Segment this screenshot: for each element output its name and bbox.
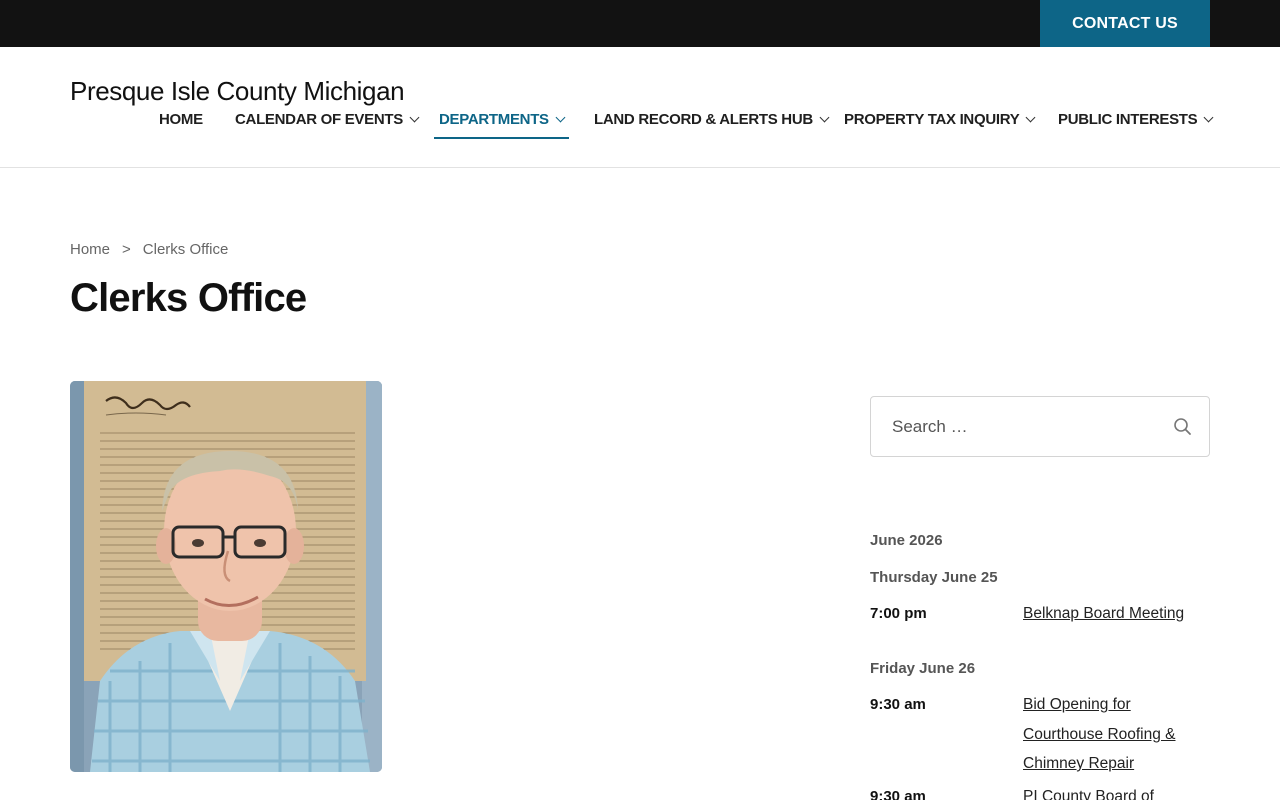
calendar-event-link[interactable]: PI County Board of [1023,782,1203,800]
breadcrumb-home-link[interactable]: Home [70,241,110,258]
contact-us-button[interactable]: CONTACT US [1040,0,1210,47]
nav-item-label: HOME [159,111,203,128]
calendar-event-time: 9:30 am [870,788,926,800]
calendar-event-time: 9:30 am [870,696,926,713]
calendar-event-link[interactable]: Belknap Board Meeting [1023,599,1203,629]
search-input[interactable] [872,398,1162,455]
nav-item-label: PUBLIC INTERESTS [1058,111,1198,128]
nav-item-public-interests[interactable]: PUBLIC INTERESTS [1058,111,1214,141]
nav-item-label: PROPERTY TAX INQUIRY [844,111,1020,128]
nav-item-label: CALENDAR OF EVENTS [235,111,403,128]
top-bar: CONTACT US [0,0,1280,47]
chevron-down-icon [409,112,420,123]
breadcrumb-separator: > [122,241,131,258]
chevron-down-icon [819,112,830,123]
nav-item-departments[interactable]: DEPARTMENTS [434,111,569,141]
site-header: Presque Isle County Michigan HOME CALEND… [0,47,1280,168]
nav-item-label: LAND RECORD & ALERTS HUB [594,111,813,128]
search-form [870,396,1210,457]
calendar-event-time: 7:00 pm [870,605,927,622]
nav-item-property-tax-inquiry[interactable]: PROPERTY TAX INQUIRY [844,111,1036,141]
nav-item-home[interactable]: HOME [159,111,203,141]
search-button[interactable] [1171,415,1195,439]
calendar-day-heading: Friday June 26 [870,660,976,677]
calendar-day-heading: Thursday June 25 [870,569,998,586]
calendar-month-heading: June 2026 [870,532,943,549]
breadcrumb: Home > Clerks Office [70,241,228,258]
nav-item-calendar-of-events[interactable]: CALENDAR OF EVENTS [235,111,420,141]
chevron-down-icon [1203,112,1214,123]
chevron-down-icon [555,112,566,123]
nav-item-label: DEPARTMENTS [439,111,549,128]
site-title[interactable]: Presque Isle County Michigan [70,76,405,107]
nav-item-land-record-alerts-hub[interactable]: LAND RECORD & ALERTS HUB [594,111,830,141]
breadcrumb-current: Clerks Office [142,241,229,258]
page-title: Clerks Office [70,276,307,320]
search-icon [1174,418,1191,435]
chevron-down-icon [1025,112,1036,123]
calendar-event-link[interactable]: Bid Opening for Courthouse Roofing & Chi… [1023,690,1203,779]
clerk-portrait-image [70,381,382,772]
main-nav: HOME CALENDAR OF EVENTS DEPARTMENTS LAND… [0,111,1280,141]
